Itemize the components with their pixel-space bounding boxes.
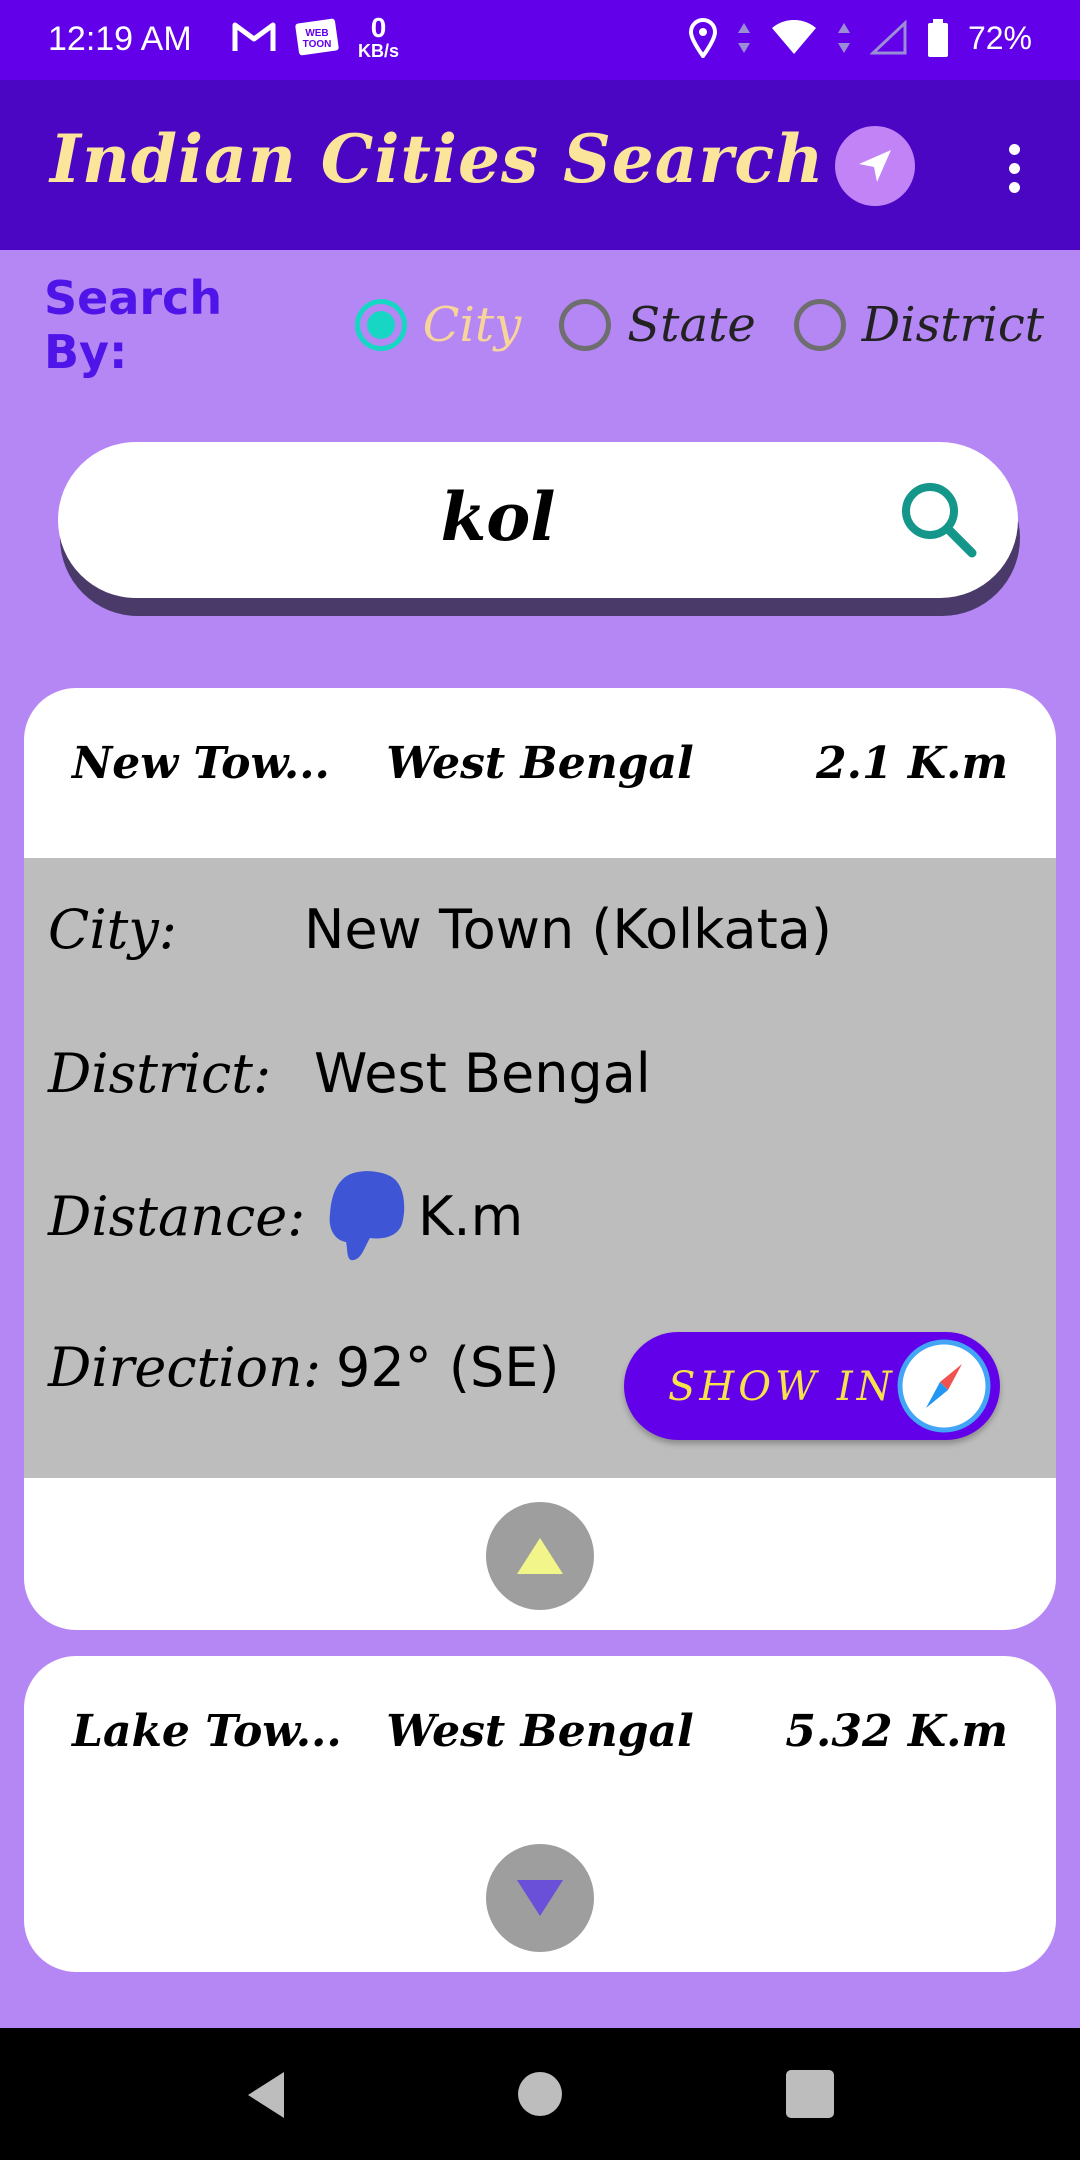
- result-details: City: New Town (Kolkata) District: West …: [24, 858, 1056, 1478]
- detail-distance-label: Distance:: [48, 1184, 306, 1248]
- radio-button-unchecked-icon: [793, 299, 846, 351]
- more-vert-icon: [1008, 143, 1020, 155]
- radio-state[interactable]: State: [559, 297, 756, 353]
- svg-text:WEB: WEB: [305, 28, 328, 39]
- overflow-menu-button[interactable]: [990, 136, 1038, 200]
- triangle-down-icon: [517, 1880, 563, 1916]
- radio-city[interactable]: City: [354, 297, 522, 353]
- signal-icon: [869, 20, 907, 55]
- result-distance: 2.1 K.m: [816, 738, 1008, 789]
- radio-button-checked-icon: [354, 299, 407, 351]
- result-summary[interactable]: New Tow... West Bengal 2.1 K.m: [24, 688, 1056, 848]
- triangle-up-icon: [517, 1538, 563, 1574]
- result-distance: 5.32 K.m: [785, 1706, 1008, 1757]
- detail-direction-row: Direction: 92° (SE): [48, 1336, 559, 1399]
- search-input-value[interactable]: kol: [58, 478, 938, 556]
- search-input[interactable]: kol: [58, 442, 1018, 598]
- app-title: Indian Cities Search: [50, 120, 825, 198]
- detail-city-row: City: New Town (Kolkata): [48, 898, 832, 961]
- status-bar: 12:19 AM WEB TOON 0 KB/s 72%: [0, 0, 1080, 80]
- radio-state-label: State: [627, 297, 756, 353]
- search-icon[interactable]: [896, 477, 982, 563]
- location-icon: [688, 18, 717, 58]
- result-summary[interactable]: Lake Tow... West Bengal 5.32 K.m: [24, 1656, 1056, 1816]
- detail-city-value: New Town (Kolkata): [304, 898, 832, 961]
- battery-percent: 72%: [967, 19, 1032, 56]
- more-vert-icon: [1008, 162, 1020, 174]
- expand-button[interactable]: [486, 1844, 594, 1952]
- network-speed: 0 KB/s: [358, 12, 400, 61]
- network-speed-value: 0: [370, 12, 387, 43]
- radio-district[interactable]: District: [793, 297, 1044, 353]
- wifi-icon: [771, 20, 816, 54]
- radio-city-label: City: [422, 297, 522, 353]
- system-nav-bar: [0, 2028, 1080, 2160]
- collapse-button[interactable]: [486, 1502, 594, 1610]
- data-arrows-icon: [837, 23, 850, 53]
- recents-icon[interactable]: [786, 2070, 834, 2118]
- battery-icon: [927, 19, 948, 57]
- search-by-label: Search By:: [44, 271, 223, 379]
- show-in-map-button[interactable]: SHOW IN: [624, 1332, 1000, 1440]
- home-icon[interactable]: [518, 2072, 562, 2116]
- radio-district-label: District: [861, 297, 1044, 353]
- redacted-scribble-icon: [329, 1171, 405, 1261]
- detail-direction-label: Direction:: [48, 1336, 322, 1399]
- status-time: 12:19 AM: [48, 20, 192, 58]
- detail-distance-row: Distance: K.m: [48, 1170, 523, 1262]
- app-bar: Indian Cities Search: [0, 80, 1080, 250]
- detail-city-label: City:: [48, 898, 177, 961]
- system-icons: 72%: [688, 18, 1032, 58]
- detail-direction-value: 92° (SE): [336, 1336, 560, 1399]
- svg-text:TOON: TOON: [303, 39, 332, 50]
- search-by-row: Search By: City State District: [44, 271, 1044, 379]
- detail-district-label: District:: [48, 1042, 272, 1105]
- detail-distance-unit: K.m: [418, 1184, 524, 1248]
- network-speed-unit: KB/s: [358, 41, 400, 61]
- webtoon-icon: WEB TOON: [295, 18, 339, 56]
- more-vert-icon: [1008, 181, 1020, 193]
- detail-district-value: West Bengal: [314, 1042, 651, 1105]
- navigation-arrow-icon: [859, 150, 891, 182]
- compass-icon: [897, 1339, 991, 1433]
- detail-district-row: District: West Bengal: [48, 1042, 651, 1105]
- navigation-button[interactable]: [835, 126, 915, 206]
- back-icon[interactable]: [244, 2070, 288, 2120]
- data-arrows-icon: [737, 23, 750, 53]
- notification-icons: WEB TOON 0 KB/s: [232, 14, 399, 60]
- radio-button-unchecked-icon: [559, 299, 612, 351]
- show-in-label: SHOW IN: [668, 1364, 896, 1410]
- gmail-icon: [232, 22, 276, 51]
